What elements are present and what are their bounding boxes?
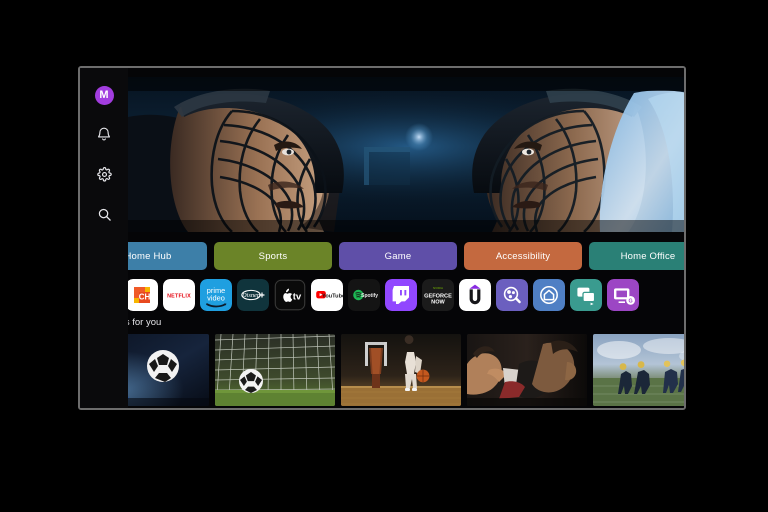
thumbnail-basketball[interactable] — [341, 334, 461, 406]
app-apple-tv[interactable]: tv — [274, 279, 306, 311]
tab-label: Game — [384, 250, 412, 262]
app-twitch[interactable] — [385, 279, 417, 311]
thumbnail-soccer-goal[interactable] — [215, 334, 335, 406]
app-spotify[interactable]: Spotify — [348, 279, 380, 311]
app-youtube[interactable]: YouTube — [311, 279, 343, 311]
app-screen-share[interactable] — [570, 279, 602, 311]
svg-text:Spotify: Spotify — [361, 293, 378, 299]
app-disney-plus[interactable]: Disnep — [237, 279, 269, 311]
svg-text:NETFLIX: NETFLIX — [167, 293, 191, 299]
screenshot-root: M Home Hub Sports Game Accessibility Hom… — [0, 0, 768, 512]
tv-frame: M Home Hub Sports Game Accessibility Hom… — [78, 66, 686, 410]
hero-banner[interactable] — [128, 77, 684, 232]
app-thinq-home[interactable] — [533, 279, 565, 311]
tab-sports[interactable]: Sports — [214, 242, 332, 270]
avatar[interactable]: M — [94, 86, 114, 105]
app-channels[interactable]: CH — [126, 279, 158, 311]
app-netflix[interactable]: NETFLIX — [163, 279, 195, 311]
svg-text:video: video — [207, 294, 225, 303]
top-picks-row — [89, 334, 684, 406]
tab-label: Home Office — [620, 250, 676, 262]
thumbnail-boxing[interactable] — [467, 334, 587, 406]
app-shortcuts-row: APPS CH NETFLIX — [89, 279, 684, 311]
tab-home-office[interactable]: Home Office — [589, 242, 684, 270]
svg-text:G: G — [628, 299, 632, 305]
gear-icon[interactable] — [93, 163, 115, 185]
svg-text:tv: tv — [293, 292, 302, 303]
hero-image — [128, 77, 684, 232]
app-media-hub[interactable] — [496, 279, 528, 311]
svg-text:YouTube: YouTube — [322, 294, 343, 300]
tab-game[interactable]: Game — [339, 242, 457, 270]
tab-label: Accessibility — [495, 250, 551, 262]
sidebar: M — [80, 68, 128, 408]
tab-accessibility[interactable]: Accessibility — [464, 242, 582, 270]
tab-label: Sports — [258, 250, 288, 262]
svg-text:NVIDIA: NVIDIA — [433, 286, 443, 290]
bell-icon[interactable] — [93, 123, 115, 145]
app-device-connector[interactable]: G — [607, 279, 639, 311]
svg-text:NOW: NOW — [431, 299, 445, 305]
app-prime-video[interactable]: prime video — [200, 279, 232, 311]
tab-label: Home Hub — [124, 250, 172, 262]
svg-text:CH: CH — [139, 293, 151, 302]
search-icon[interactable] — [93, 203, 115, 225]
thumbnail-american-football[interactable] — [593, 334, 684, 406]
tv-screen: M Home Hub Sports Game Accessibility Hom… — [80, 68, 684, 408]
app-geforce-now[interactable]: NVIDIA GEFORCE NOW — [422, 279, 454, 311]
app-u-plus[interactable] — [459, 279, 491, 311]
category-tabs: Home Hub Sports Game Accessibility Home … — [89, 242, 684, 270]
svg-text:Disnep: Disnep — [241, 292, 260, 299]
